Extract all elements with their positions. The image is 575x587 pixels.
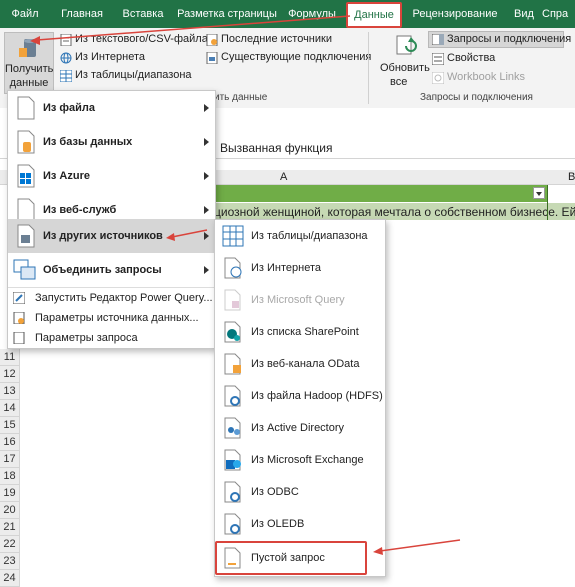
annotation-arrowhead: [373, 547, 383, 555]
annotation-arrow-blank-query: [379, 539, 461, 552]
annotation-arrows-menus: [166, 229, 461, 555]
annotation-arrowhead: [166, 233, 175, 241]
annotation-arrow-other-sources: [171, 229, 208, 238]
